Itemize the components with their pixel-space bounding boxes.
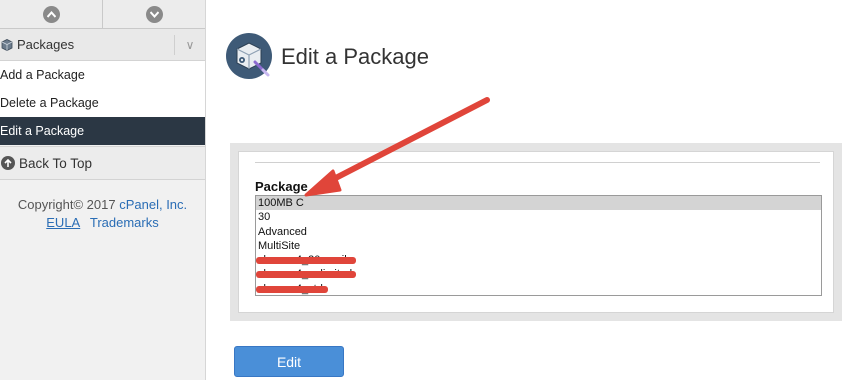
sidebar-section-title: Packages [17, 37, 75, 52]
package-settings-icon [225, 32, 273, 80]
cpanel-link[interactable]: cPanel, Inc. [119, 197, 187, 212]
package-option[interactable]: sbsmax4_std [256, 282, 821, 295]
page-title: Edit a Package [281, 44, 429, 69]
redaction-mark [256, 285, 328, 293]
collapse-toggle[interactable]: ∨ [174, 35, 205, 55]
redaction-mark [256, 271, 356, 279]
package-option[interactable]: 30 [256, 210, 821, 224]
package-option-label: 100MB C [258, 197, 304, 209]
copyright-block: Copyright© 2017 cPanel, Inc. EULA Tradem… [0, 196, 205, 232]
package-listbox[interactable]: 100MB C 30 Advanced MultiSite sbsmax4_30… [255, 195, 822, 296]
package-option[interactable]: sbsmax4_30emails [256, 253, 821, 267]
edit-package-form: Package 100MB C 30 Advanced MultiSite sb… [238, 151, 834, 313]
copyright-text: Copyright© 2017 [17, 197, 116, 212]
eula-link[interactable]: EULA [46, 215, 80, 230]
trademarks-link[interactable]: Trademarks [90, 215, 159, 230]
sidebar-section-packages[interactable]: Packages ∨ [0, 29, 205, 61]
scroll-up-button[interactable] [0, 0, 103, 28]
chevron-down-icon [145, 5, 163, 23]
back-to-top-label: Back To Top [19, 155, 93, 171]
package-option[interactable]: Advanced [256, 225, 821, 239]
scroll-down-button[interactable] [103, 0, 205, 28]
edit-button[interactable]: Edit [234, 346, 344, 377]
redaction-mark [256, 257, 356, 265]
package-option[interactable]: MultiSite [256, 239, 821, 253]
edit-package-panel: Package 100MB C 30 Advanced MultiSite sb… [230, 143, 842, 321]
sidebar-item-delete-package[interactable]: Delete a Package [0, 89, 205, 117]
sidebar-item-edit-package[interactable]: Edit a Package [0, 117, 205, 145]
package-option[interactable]: sbsmax4_unlimited [256, 267, 821, 281]
arrow-up-icon [1, 156, 15, 170]
package-option-label: Advanced [258, 225, 307, 238]
form-divider [255, 162, 820, 163]
back-to-top-link[interactable]: Back To Top [0, 146, 205, 180]
sidebar: Packages ∨ Add a Package Delete a Packag… [0, 0, 206, 380]
package-icon [0, 38, 14, 52]
package-field-label: Package [255, 179, 308, 194]
package-option-label: 30 [258, 211, 271, 224]
sidebar-scroll-controls [0, 0, 205, 29]
chevron-up-icon [42, 5, 60, 23]
sidebar-item-add-package[interactable]: Add a Package [0, 61, 205, 89]
package-option-label: MultiSite [258, 239, 301, 252]
package-option[interactable]: 100MB C [256, 196, 821, 211]
